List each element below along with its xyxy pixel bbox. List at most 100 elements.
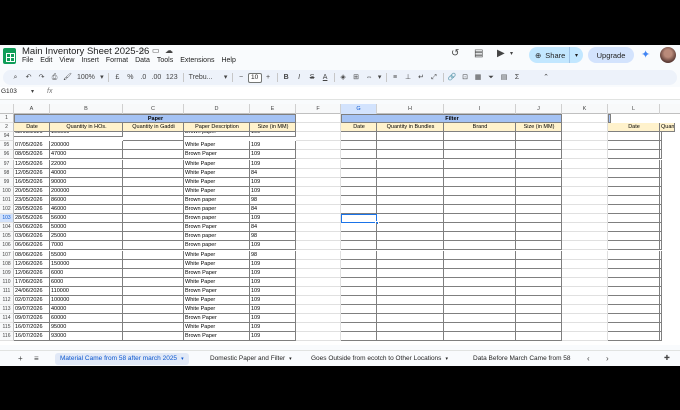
empty-cell[interactable] [444, 277, 516, 287]
row-header[interactable]: 101 [0, 195, 14, 205]
date-cell[interactable]: 12/06/2026 [14, 259, 50, 269]
description-cell[interactable]: White Paper [184, 141, 250, 151]
date-cell[interactable]: 09/07/2026 [14, 314, 50, 324]
quantity-cell[interactable]: 100000 [50, 296, 123, 306]
row-header[interactable]: 107 [0, 250, 14, 260]
description-cell[interactable]: White Paper [184, 250, 250, 260]
quantity-cell[interactable]: 25000 [50, 232, 123, 242]
group-header[interactable] [608, 114, 611, 124]
empty-cell[interactable] [660, 168, 662, 178]
empty-cell[interactable] [296, 177, 341, 187]
empty-cell[interactable] [660, 296, 662, 306]
print-icon[interactable]: ⎙ [48, 70, 61, 85]
column-title[interactable]: Brand [444, 123, 516, 133]
bold-button[interactable]: B [280, 70, 293, 85]
empty-cell[interactable] [608, 159, 660, 169]
size-cell[interactable]: 109 [250, 314, 296, 324]
row-header[interactable]: 99 [0, 177, 14, 187]
empty-cell[interactable] [660, 241, 662, 251]
quantity-cell[interactable]: 200000 [50, 186, 123, 196]
column-header[interactable]: K [562, 104, 608, 114]
empty-cell[interactable] [444, 186, 516, 196]
description-cell[interactable]: Brown paper [184, 132, 250, 138]
description-cell[interactable]: Brown paper [184, 232, 250, 242]
empty-cell[interactable] [123, 168, 184, 178]
paint-format-icon[interactable]: 🖌 [61, 70, 74, 85]
empty-cell[interactable] [444, 159, 516, 169]
quantity-cell[interactable]: 46000 [50, 205, 123, 215]
date-cell[interactable]: 12/06/2026 [14, 268, 50, 278]
fill-color-icon[interactable]: ◈ [337, 70, 350, 85]
empty-cell[interactable] [296, 259, 341, 269]
empty-cell[interactable] [377, 232, 444, 242]
insert-comment-icon[interactable]: ⊡ [459, 70, 472, 85]
date-cell[interactable]: 17/06/2026 [14, 277, 50, 287]
empty-cell[interactable] [660, 250, 662, 260]
quantity-cell[interactable]: 150000 [50, 259, 123, 269]
menu-item[interactable]: Data [135, 57, 150, 64]
row-header[interactable]: 114 [0, 314, 14, 324]
merge-dropdown-icon[interactable]: ▾ [376, 70, 384, 85]
empty-cell[interactable] [341, 241, 377, 251]
empty-cell[interactable] [608, 232, 660, 242]
empty-cell[interactable] [123, 259, 184, 269]
quantity-cell[interactable]: 93000 [50, 332, 123, 342]
empty-cell[interactable] [444, 214, 516, 224]
empty-cell[interactable] [660, 150, 662, 160]
row-header[interactable]: 2 [0, 123, 14, 133]
row-header[interactable]: 100 [0, 186, 14, 196]
empty-cell[interactable] [377, 268, 444, 278]
empty-cell[interactable] [377, 241, 444, 251]
empty-cell[interactable] [562, 141, 608, 151]
collapse-toolbar-icon[interactable]: ⌃ [540, 70, 553, 85]
empty-cell[interactable] [444, 195, 516, 205]
quantity-cell[interactable]: 40000 [50, 305, 123, 315]
empty-cell[interactable] [562, 250, 608, 260]
size-cell[interactable]: 109 [250, 132, 296, 138]
row-header[interactable]: 108 [0, 259, 14, 269]
menu-item[interactable]: Help [221, 57, 235, 64]
date-cell[interactable]: 16/07/2026 [14, 332, 50, 342]
empty-cell[interactable] [341, 314, 377, 324]
quantity-cell[interactable]: 56000 [50, 214, 123, 224]
undo-icon[interactable]: ↶ [22, 70, 35, 85]
text-color-button[interactable]: A [319, 70, 332, 85]
menu-item[interactable]: Insert [81, 57, 99, 64]
description-cell[interactable]: White Paper [184, 159, 250, 169]
empty-cell[interactable] [608, 195, 660, 205]
empty-cell[interactable] [341, 296, 377, 306]
menu-item[interactable]: View [59, 57, 74, 64]
column-title[interactable]: Quantity in Bundles [377, 123, 444, 133]
date-cell[interactable]: 12/05/2026 [14, 168, 50, 178]
zoom-dropdown-icon[interactable]: ▾ [98, 70, 106, 85]
size-cell[interactable]: 98 [250, 250, 296, 260]
empty-cell[interactable] [562, 259, 608, 269]
empty-cell[interactable] [296, 141, 341, 151]
row-header[interactable]: 105 [0, 232, 14, 242]
empty-cell[interactable] [660, 141, 662, 151]
empty-cell[interactable] [562, 286, 608, 296]
empty-cell[interactable] [516, 232, 562, 242]
size-cell[interactable]: 109 [250, 268, 296, 278]
size-cell[interactable]: 109 [250, 286, 296, 296]
description-cell[interactable]: White Paper [184, 323, 250, 333]
empty-cell[interactable] [296, 114, 341, 124]
gemini-icon[interactable]: ✦ [641, 48, 650, 61]
empty-cell[interactable] [562, 296, 608, 306]
empty-cell[interactable] [562, 177, 608, 187]
size-cell[interactable]: 84 [250, 205, 296, 215]
empty-cell[interactable] [377, 286, 444, 296]
empty-cell[interactable] [444, 250, 516, 260]
empty-cell[interactable] [608, 186, 660, 196]
share-button[interactable]: ⊕ Share ▾ [529, 47, 583, 63]
empty-cell[interactable] [296, 123, 341, 133]
column-title[interactable]: Quantity in Gaddi [123, 123, 184, 133]
empty-cell[interactable] [562, 223, 608, 233]
column-title[interactable]: Size (in MM) [250, 123, 296, 133]
empty-cell[interactable] [377, 159, 444, 169]
empty-cell[interactable] [608, 305, 660, 315]
empty-cell[interactable] [123, 286, 184, 296]
empty-cell[interactable] [296, 214, 341, 224]
font-dropdown-icon[interactable]: ▾ [222, 70, 230, 85]
number-format-button[interactable]: 123 [163, 70, 181, 85]
